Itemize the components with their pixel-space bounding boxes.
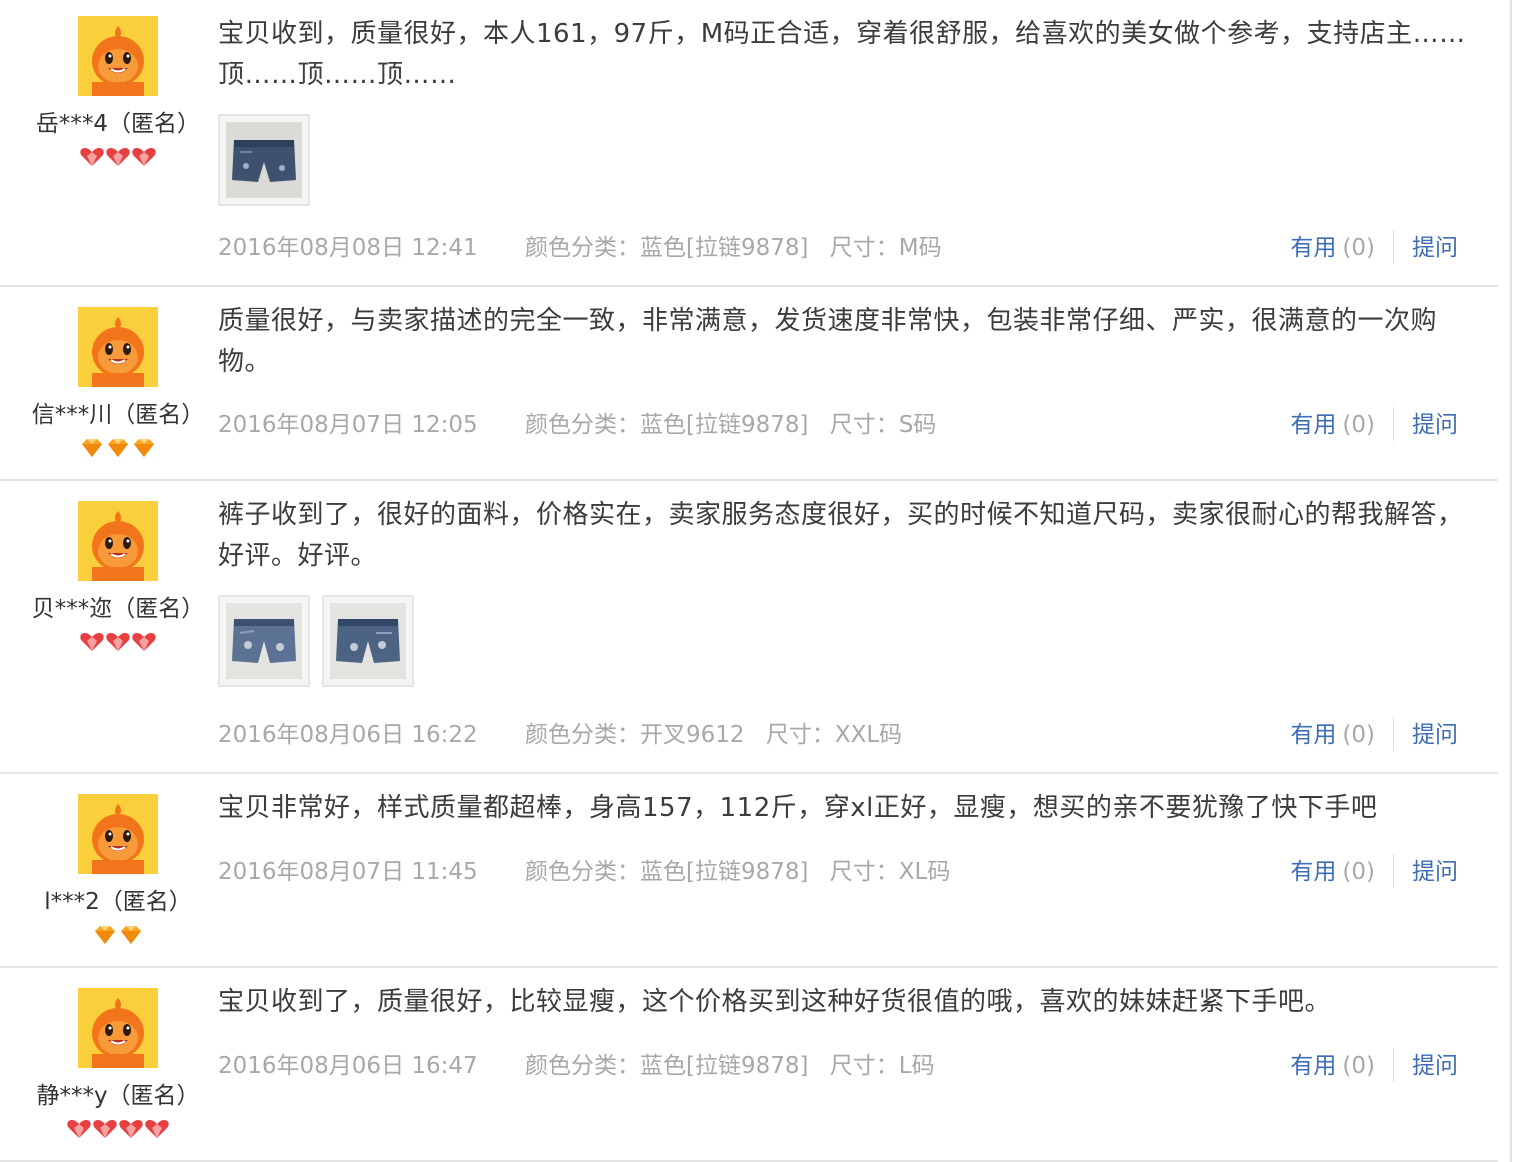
diamond-icon	[95, 926, 115, 944]
review-photo-thumbnail[interactable]	[322, 595, 414, 687]
ask-button[interactable]: 提问	[1412, 859, 1458, 885]
reviewer: 静***y（匿名）	[0, 988, 236, 1142]
divider	[1393, 229, 1394, 264]
useful-count: (0)	[1342, 412, 1375, 438]
reviewer-name[interactable]: 信***川（匿名）	[0, 395, 236, 429]
diamond-icon	[108, 439, 128, 457]
color-spec: 颜色分类：蓝色[拉链9878]	[524, 412, 809, 438]
divider	[1393, 853, 1394, 888]
size-spec: 尺寸：XXL码	[765, 722, 903, 748]
color-spec: 颜色分类：蓝色[拉链9878]	[524, 1053, 809, 1079]
red-heart-icon	[80, 633, 104, 651]
review-date: 2016年08月06日 16:22	[218, 722, 478, 748]
useful-button[interactable]: 有用	[1290, 722, 1336, 748]
review-date: 2016年08月07日 11:45	[218, 859, 478, 885]
red-heart-icon	[106, 633, 130, 651]
color-spec: 颜色分类：蓝色[拉链9878]	[524, 235, 809, 261]
review-text: 宝贝收到了，质量很好，比较显瘦，这个价格买到这种好货很值的哦，喜欢的妹妹赶紧下手…	[218, 987, 1332, 1017]
reviewer-name[interactable]: 静***y（匿名）	[0, 1076, 236, 1110]
review-actions: 有用 (0) 提问	[1290, 716, 1458, 752]
buyer-level	[0, 922, 236, 948]
review-actions: 有用 (0) 提问	[1290, 853, 1458, 889]
color-spec: 颜色分类：蓝色[拉链9878]	[524, 859, 809, 885]
avatar[interactable]	[78, 794, 158, 874]
review-text: 宝贝非常好，样式质量都超棒，身高157，112斤，穿xl正好，显瘦，想买的亲不要…	[218, 793, 1378, 823]
useful-count: (0)	[1342, 722, 1375, 748]
review-meta: 2016年08月06日 16:47 颜色分类：蓝色[拉链9878] 尺寸：L码 …	[218, 1047, 1488, 1083]
review-item: 静***y（匿名） 宝贝收到了，质量很好，比较显瘦，这个价格买到这种好货很值的哦…	[0, 968, 1498, 1162]
reviewer-name[interactable]: 岳***4（匿名）	[0, 104, 236, 138]
red-heart-icon	[145, 1120, 169, 1138]
review-meta: 2016年08月07日 12:05 颜色分类：蓝色[拉链9878] 尺寸：S码 …	[218, 406, 1488, 442]
buyer-level	[0, 629, 236, 655]
denim-shorts-photo	[330, 603, 406, 679]
useful-button[interactable]: 有用	[1290, 412, 1336, 438]
avatar[interactable]	[78, 16, 158, 96]
divider	[1393, 716, 1394, 751]
ask-button[interactable]: 提问	[1412, 235, 1458, 261]
diamond-icon	[121, 926, 141, 944]
denim-shorts-photo	[226, 122, 302, 198]
review-item: l***2（匿名） 宝贝非常好，样式质量都超棒，身高157，112斤，穿xl正好…	[0, 774, 1498, 968]
useful-count: (0)	[1342, 1053, 1375, 1079]
review-date: 2016年08月08日 12:41	[218, 235, 478, 261]
useful-count: (0)	[1342, 859, 1375, 885]
reviewer-name[interactable]: l***2（匿名）	[0, 882, 236, 916]
red-heart-icon	[132, 148, 156, 166]
red-heart-icon	[132, 633, 156, 651]
divider	[1393, 406, 1394, 441]
avatar[interactable]	[78, 988, 158, 1068]
divider	[1393, 1047, 1394, 1082]
reviewer: 岳***4（匿名）	[0, 16, 236, 170]
review-photos	[218, 595, 1488, 691]
review-actions: 有用 (0) 提问	[1290, 406, 1458, 442]
review-photo-thumbnail[interactable]	[218, 114, 310, 206]
useful-button[interactable]: 有用	[1290, 235, 1336, 261]
review-date: 2016年08月06日 16:47	[218, 1053, 478, 1079]
avatar[interactable]	[78, 307, 158, 387]
size-spec: 尺寸：M码	[829, 235, 942, 261]
useful-button[interactable]: 有用	[1290, 1053, 1336, 1079]
review-actions: 有用 (0) 提问	[1290, 1047, 1458, 1083]
denim-shorts-photo	[226, 603, 302, 679]
diamond-icon	[134, 439, 154, 457]
review-date: 2016年08月07日 12:05	[218, 412, 478, 438]
avatar[interactable]	[78, 501, 158, 581]
ask-button[interactable]: 提问	[1412, 412, 1458, 438]
review-photo-thumbnail[interactable]	[218, 595, 310, 687]
reviewer: 贝***迩（匿名）	[0, 501, 236, 655]
red-heart-icon	[80, 148, 104, 166]
size-spec: 尺寸：S码	[829, 412, 937, 438]
reviewer: l***2（匿名）	[0, 794, 236, 948]
right-border	[1510, 0, 1512, 1162]
useful-button[interactable]: 有用	[1290, 859, 1336, 885]
reviewer: 信***川（匿名）	[0, 307, 236, 461]
review-meta: 2016年08月07日 11:45 颜色分类：蓝色[拉链9878] 尺寸：XL码…	[218, 853, 1488, 889]
red-heart-icon	[67, 1120, 91, 1138]
review-text: 质量很好，与卖家描述的完全一致，非常满意，发货速度非常快，包装非常仔细、严实，很…	[218, 306, 1438, 377]
review-photos	[218, 114, 1488, 210]
review-item: 岳***4（匿名） 宝贝收到，质量很好，本人161，97斤，M码正合适，穿着很舒…	[0, 0, 1498, 287]
size-spec: 尺寸：L码	[829, 1053, 935, 1079]
review-meta: 2016年08月06日 16:22 颜色分类：开叉9612 尺寸：XXL码 有用…	[218, 716, 1488, 752]
reviewer-name[interactable]: 贝***迩（匿名）	[0, 589, 236, 623]
useful-count: (0)	[1342, 235, 1375, 261]
review-item: 信***川（匿名） 质量很好，与卖家描述的完全一致，非常满意，发货速度非常快，包…	[0, 287, 1498, 481]
diamond-icon	[82, 439, 102, 457]
review-item: 贝***迩（匿名） 裤子收到了，很好的面料，价格实在，卖家服务态度很好，买的时候…	[0, 481, 1498, 774]
red-heart-icon	[106, 148, 130, 166]
buyer-level	[0, 1116, 236, 1142]
red-heart-icon	[119, 1120, 143, 1138]
review-text: 裤子收到了，很好的面料，价格实在，卖家服务态度很好，买的时候不知道尺码，卖家很耐…	[218, 500, 1464, 571]
review-text: 宝贝收到，质量很好，本人161，97斤，M码正合适，穿着很舒服，给喜欢的美女做个…	[218, 19, 1466, 90]
review-actions: 有用 (0) 提问	[1290, 229, 1458, 265]
ask-button[interactable]: 提问	[1412, 722, 1458, 748]
buyer-level	[0, 144, 236, 170]
review-meta: 2016年08月08日 12:41 颜色分类：蓝色[拉链9878] 尺寸：M码 …	[218, 229, 1488, 265]
buyer-level	[0, 435, 236, 461]
red-heart-icon	[93, 1120, 117, 1138]
size-spec: 尺寸：XL码	[829, 859, 951, 885]
color-spec: 颜色分类：开叉9612	[524, 722, 745, 748]
ask-button[interactable]: 提问	[1412, 1053, 1458, 1079]
